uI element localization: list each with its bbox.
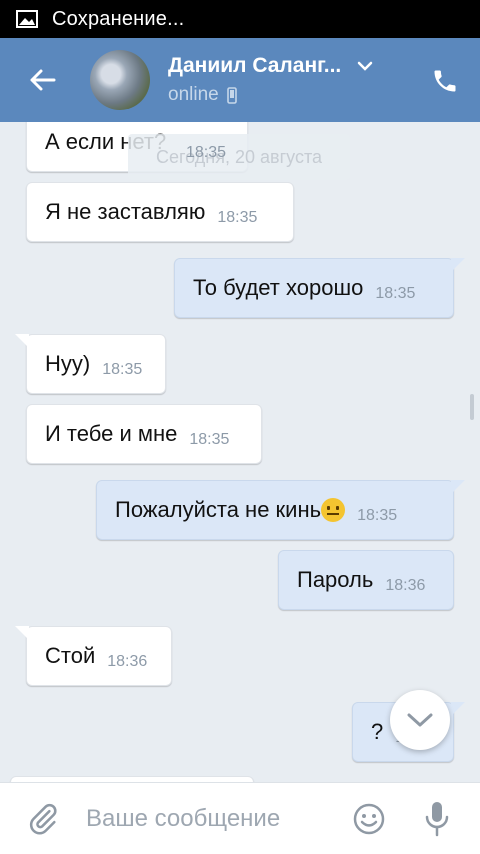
phone-call-icon [434, 70, 456, 92]
message-bubble-incoming[interactable]: Нуу) 18:35 [15, 334, 166, 394]
microphone-icon [425, 802, 449, 837]
message-bubble-outgoing[interactable]: Пожалуйста не кинь 18:35 [96, 480, 465, 540]
image-icon [16, 10, 38, 28]
scroll-to-bottom-button[interactable] [390, 690, 450, 750]
avatar[interactable] [90, 50, 150, 110]
status-bar: Сохранение... [0, 0, 480, 38]
scrollbar[interactable] [470, 394, 474, 420]
message-text: Пароль [297, 567, 374, 592]
neutral-face-emoji-icon [321, 498, 346, 522]
message-time: 18:35 [102, 361, 143, 378]
message-input[interactable]: Ваше сообщение [86, 805, 336, 833]
message-bubble-incoming[interactable]: Стой 18:36 [15, 626, 172, 686]
bubble-tail [451, 480, 465, 494]
message-text: ? [371, 719, 384, 744]
message-time: 18:35 [217, 209, 258, 226]
message-text: Стой [45, 643, 96, 668]
message-list[interactable]: А если нет? Сегодня, 20 августа 18:35 Я … [0, 122, 480, 782]
message-composer: Ваше сообщение [0, 782, 480, 854]
chevron-down-icon[interactable] [357, 61, 373, 71]
message-text: Пожалуйста не кинь [115, 497, 322, 522]
bubble-tail [15, 334, 29, 348]
message-time: 18:35 [375, 285, 416, 302]
message-time: 18:35 [357, 507, 398, 524]
presence-status: online [168, 84, 219, 105]
message-time: 18:35 [189, 431, 230, 448]
status-text: Сохранение... [52, 7, 185, 30]
message-text: Я не заставляю [45, 199, 206, 224]
message-text: И тебе и мне [45, 421, 178, 446]
contact-name: Даниил Саланг... [168, 54, 342, 77]
message-bubble-outgoing[interactable]: Пароль 18:36 [278, 550, 454, 610]
emoji-button[interactable] [350, 800, 388, 838]
message-text: То будет хорошо [193, 275, 364, 300]
bubble-tail [451, 258, 465, 272]
message-time: 18:36 [107, 653, 148, 670]
chevron-down-icon [407, 713, 433, 727]
phone-device-icon [226, 86, 237, 104]
call-button[interactable] [428, 64, 462, 98]
message-time: 18:36 [385, 577, 426, 594]
back-button[interactable] [0, 38, 84, 122]
app-bar: Даниил Саланг... online [0, 38, 480, 122]
message-time: 18:35 [186, 144, 227, 161]
smiley-icon [353, 803, 385, 835]
message-bubble-incoming[interactable]: Я не заставляю 18:35 [26, 182, 294, 242]
paperclip-icon [29, 803, 57, 835]
message-bubble-outgoing[interactable]: То будет хорошо 18:35 [174, 258, 465, 318]
bubble-tail [15, 626, 29, 640]
voice-message-button[interactable] [420, 798, 454, 840]
date-separator: Сегодня, 20 августа [128, 134, 350, 180]
bubble-tail [451, 702, 465, 716]
arrow-left-icon [30, 69, 56, 91]
contact-info[interactable]: Даниил Саланг... online [168, 54, 373, 106]
message-bubble-incoming[interactable]: И тебе и мне 18:35 [26, 404, 262, 464]
message-text: Нуу) [45, 351, 91, 376]
attach-button[interactable] [22, 798, 64, 840]
